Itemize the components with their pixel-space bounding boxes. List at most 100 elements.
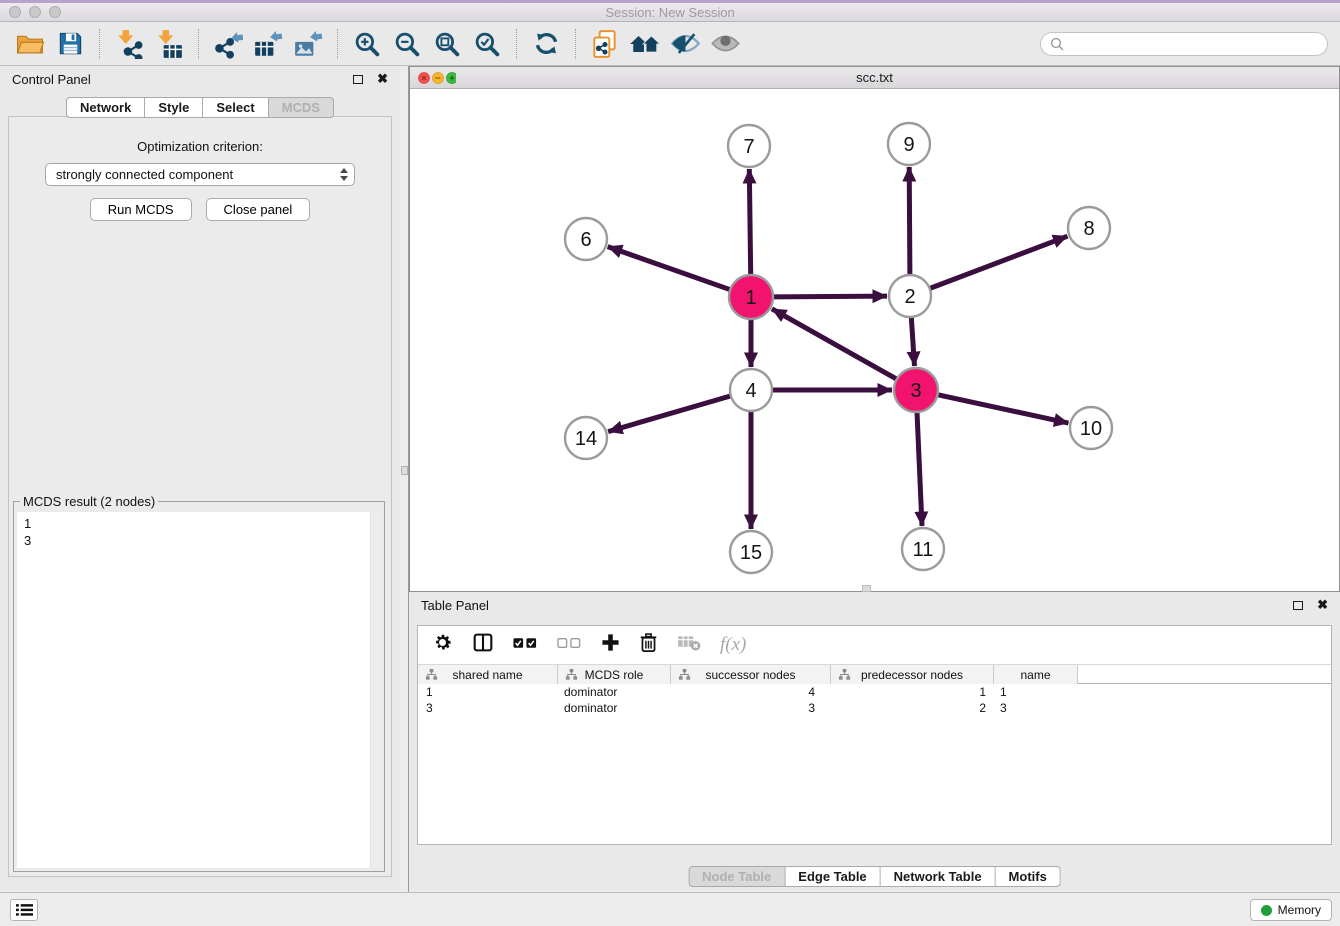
column-header-shared-name[interactable]: shared name — [418, 665, 558, 684]
graph-edge-3-1[interactable] — [772, 309, 897, 379]
tab-network-table[interactable]: Network Table — [881, 866, 996, 887]
network-canvas[interactable]: 7 9 6 8 1 2 4 3 14 10 15 11 — [410, 89, 1339, 591]
hide-selected-button[interactable] — [665, 27, 705, 61]
tab-edge-table[interactable]: Edge Table — [785, 866, 880, 887]
tab-node-table[interactable]: Node Table — [688, 866, 785, 887]
search-box[interactable] — [1040, 32, 1328, 56]
graph-node-8[interactable]: 8 — [1068, 207, 1110, 249]
graph-node-4[interactable]: 4 — [730, 369, 772, 411]
table-cell[interactable]: dominator — [558, 684, 671, 700]
table-tabs: Node TableEdge TableNetwork TableMotifs — [688, 866, 1061, 887]
deselect-all-columns-button[interactable] — [557, 636, 582, 654]
graph-node-1[interactable]: 1 — [729, 275, 773, 319]
float-panel-icon[interactable] — [353, 75, 363, 84]
open-session-button[interactable] — [10, 27, 50, 61]
delete-table-button[interactable] — [677, 634, 701, 656]
graph-node-2[interactable]: 2 — [889, 275, 931, 317]
svg-text:6: 6 — [580, 229, 591, 251]
graph-edge-2-8[interactable] — [930, 236, 1068, 288]
horizontal-splitter-grip[interactable] — [862, 585, 871, 592]
zoom-selected-button[interactable] — [467, 27, 507, 61]
tab-motifs[interactable]: Motifs — [996, 866, 1061, 887]
copy-network-button[interactable] — [585, 27, 625, 61]
column-settings-button[interactable] — [432, 632, 453, 658]
graph-node-14[interactable]: 14 — [565, 417, 607, 459]
column-header-MCDS-role[interactable]: MCDS role — [558, 665, 671, 684]
first-neighbors-button[interactable] — [625, 27, 665, 61]
graph-node-9[interactable]: 9 — [888, 123, 930, 165]
open-folder-icon — [15, 31, 45, 57]
table-row[interactable]: 3dominator323 — [418, 700, 1331, 716]
graph-node-7[interactable]: 7 — [728, 125, 770, 167]
column-header-successor-nodes[interactable]: successor nodes — [671, 665, 831, 684]
zoom-in-button[interactable] — [347, 27, 387, 61]
delete-column-button[interactable] — [639, 632, 658, 658]
graph-edge-1-7[interactable] — [749, 169, 750, 275]
graph-edge-3-11[interactable] — [917, 412, 922, 526]
run-mcds-button[interactable]: Run MCDS — [90, 198, 192, 221]
select-all-columns-button[interactable] — [513, 636, 538, 654]
mcds-result-box[interactable]: 13 — [17, 512, 381, 868]
tab-style[interactable]: Style — [145, 97, 203, 118]
equation-editor-button[interactable]: f(x) — [720, 634, 746, 656]
window-titlebar: Session: New Session — [0, 0, 1340, 22]
table-cell[interactable]: 1 — [418, 684, 558, 700]
column-header-name[interactable]: name — [994, 665, 1078, 684]
table-cell[interactable]: 3 — [418, 700, 558, 716]
svg-text:11: 11 — [913, 539, 934, 561]
eye-icon — [710, 32, 741, 55]
result-scrollbar[interactable] — [370, 512, 381, 868]
add-column-button[interactable] — [601, 633, 620, 657]
splitter-grip[interactable] — [401, 466, 408, 475]
graph-edge-2-9[interactable] — [909, 167, 910, 275]
memory-button[interactable]: Memory — [1250, 899, 1332, 921]
table-panel-title: Table Panel — [421, 598, 489, 613]
refresh-view-button[interactable] — [526, 27, 566, 61]
close-panel-button[interactable]: Close panel — [206, 198, 311, 221]
graph-node-10[interactable]: 10 — [1070, 407, 1112, 449]
tab-select[interactable]: Select — [203, 97, 268, 118]
zoom-fit-icon — [433, 30, 461, 58]
table-cell[interactable]: 4 — [671, 684, 831, 700]
close-table-panel-icon[interactable]: ✖ — [1317, 600, 1328, 610]
task-history-button[interactable] — [10, 899, 38, 921]
table-toolbar: f(x) — [418, 626, 1331, 664]
export-image-button[interactable] — [288, 27, 328, 61]
column-header-predecessor-nodes[interactable]: predecessor nodes — [831, 665, 994, 684]
save-session-button[interactable] — [50, 27, 90, 61]
table-row[interactable]: 1dominator411 — [418, 684, 1331, 700]
graph-node-15[interactable]: 15 — [730, 531, 772, 573]
graph-node-3[interactable]: 3 — [894, 368, 938, 412]
search-input[interactable] — [1069, 35, 1327, 53]
show-all-button[interactable] — [705, 27, 745, 61]
graph-edge-1-6[interactable] — [608, 247, 731, 290]
table-cell[interactable]: 3 — [994, 700, 1078, 716]
graph-edge-4-14[interactable] — [608, 396, 731, 432]
graph-edge-2-3[interactable] — [911, 317, 914, 366]
close-panel-icon[interactable]: ✖ — [377, 74, 388, 84]
float-table-panel-icon[interactable] — [1293, 601, 1303, 610]
graph-edge-1-2[interactable] — [773, 296, 887, 297]
tab-network[interactable]: Network — [66, 97, 145, 118]
table-cell[interactable]: 3 — [671, 700, 831, 716]
vertical-splitter[interactable] — [400, 66, 409, 892]
graph-node-11[interactable]: 11 — [902, 528, 944, 570]
table-cell[interactable]: 2 — [831, 700, 994, 716]
export-table-button[interactable] — [248, 27, 288, 61]
export-network-button[interactable] — [208, 27, 248, 61]
import-table-button[interactable] — [149, 27, 189, 61]
split-panel-button[interactable] — [472, 632, 494, 658]
table-cell[interactable]: 1 — [831, 684, 994, 700]
tab-mcds[interactable]: MCDS — [269, 97, 334, 118]
graph-node-6[interactable]: 6 — [565, 218, 607, 260]
criterion-select[interactable]: strongly connected component — [45, 163, 355, 186]
graph-edge-3-10[interactable] — [938, 395, 1069, 423]
zoom-fit-button[interactable] — [427, 27, 467, 61]
table-cell[interactable]: dominator — [558, 700, 671, 716]
table-cell[interactable]: 1 — [994, 684, 1078, 700]
mcds-result-line: 1 — [24, 515, 381, 532]
zoom-out-button[interactable] — [387, 27, 427, 61]
import-network-button[interactable] — [109, 27, 149, 61]
eye-slash-icon — [670, 32, 701, 55]
network-graph[interactable]: 7 9 6 8 1 2 4 3 14 10 15 11 — [410, 89, 1339, 591]
